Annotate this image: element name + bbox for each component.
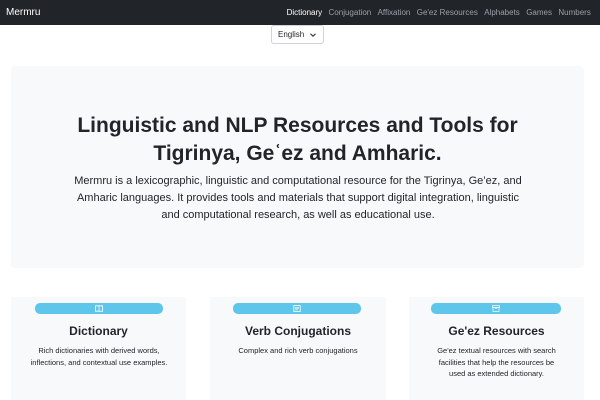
card-text: Ge'ez textual resources with search faci… (437, 346, 556, 378)
main-nav: Dictionary Conjugation Affixation Ge'ez … (283, 8, 594, 17)
card-verb-conjugations[interactable]: Verb Conjugations Complex and rich verb … (210, 297, 386, 400)
nav-item-numbers[interactable]: Numbers (555, 8, 594, 17)
document-icon (293, 305, 301, 312)
card-title: Verb Conjugations (244, 324, 351, 338)
book-icon (95, 305, 103, 312)
hero-panel: Linguistic and NLP Resources and Tools f… (11, 66, 584, 268)
nav-item-games[interactable]: Games (523, 8, 555, 17)
card-header-bar (233, 303, 361, 314)
nav-item-conjugation[interactable]: Conjugation (325, 8, 374, 17)
nav-item-alphabets[interactable]: Alphabets (481, 8, 523, 17)
card-title: Ge'ez Resources (448, 324, 545, 338)
language-select-value: English (278, 30, 305, 39)
top-navbar: Mermru Dictionary Conjugation Affixation… (0, 0, 600, 25)
hero-title: Linguistic and NLP Resources and Tools f… (11, 112, 584, 168)
hero-title-line1: Linguistic and NLP Resources and Tools f… (77, 114, 518, 137)
card-geez-resources[interactable]: Ge'ez Resources Ge'ez textual resources … (409, 297, 584, 400)
archive-icon (492, 305, 500, 312)
brand-logo[interactable]: Mermru (6, 7, 40, 18)
nav-item-geez-resources[interactable]: Ge'ez Resources (414, 8, 481, 17)
card-text: Complex and rich verb conjugations (238, 346, 358, 355)
card-header-bar (431, 303, 561, 314)
nav-item-affixation[interactable]: Affixation (374, 8, 413, 17)
card-dictionary[interactable]: Dictionary Rich dictionaries with derive… (11, 297, 186, 400)
card-title: Dictionary (69, 324, 128, 338)
card-text: Rich dictionaries with derived words, in… (30, 346, 168, 367)
nav-item-dictionary[interactable]: Dictionary (283, 8, 325, 17)
language-select[interactable]: English (271, 25, 324, 44)
hero-title-line2: Tigrinya, Geʿez and Amharic. (153, 142, 442, 165)
hero-description: Mermru is a lexicographic, linguistic an… (74, 175, 522, 221)
card-header-bar (35, 303, 163, 314)
chevron-down-icon (310, 33, 316, 37)
